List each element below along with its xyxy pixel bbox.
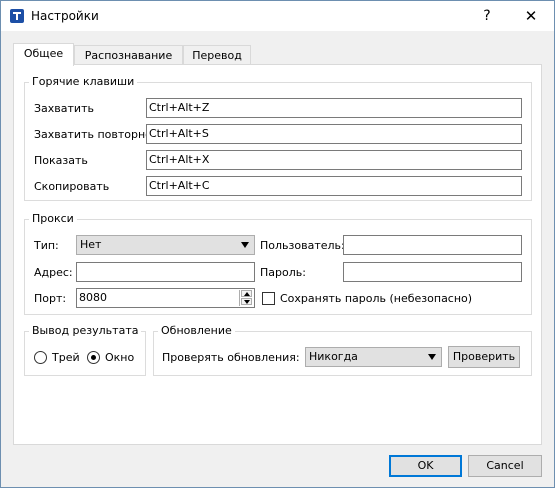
spin-up-icon[interactable] [241,290,252,297]
save-password-label: Сохранять пароль (небезопасно) [280,292,473,305]
proxy-address-label: Адрес: [34,266,73,279]
hotkey-capture-field[interactable]: Ctrl+Alt+Z [146,98,522,118]
proxy-type-label: Тип: [34,239,59,252]
proxy-user-field[interactable] [343,235,522,255]
hotkey-show-label: Показать [34,154,88,167]
update-frequency-value: Никогда [309,350,358,363]
hotkey-copy-label: Скопировать [34,180,110,193]
hotkey-recapture-label: Захватить повторно [34,128,152,141]
hotkey-show-field[interactable]: Ctrl+Alt+X [146,150,522,170]
check-updates-button[interactable]: Проверить [448,346,520,368]
spin-down-icon[interactable] [241,298,252,305]
help-button[interactable]: ? [472,7,502,25]
save-password-checkbox[interactable] [262,292,275,305]
chevron-down-icon [241,242,249,248]
proxy-group-title: Прокси [29,212,77,226]
close-button[interactable]: ✕ [516,7,546,25]
proxy-password-field[interactable] [343,262,522,282]
output-group: Вывод результата Трей Окно [24,324,146,376]
title-bar: Настройки ? ✕ [1,1,554,31]
port-spinner [239,290,253,306]
hotkey-recapture-field[interactable]: Ctrl+Alt+S [146,124,522,144]
update-group: Обновление Проверять обновления: Никогда… [153,324,532,376]
settings-dialog: Настройки ? ✕ Общее Распознавание Перево… [0,0,555,488]
proxy-address-field[interactable] [76,262,255,282]
general-tab-panel: Горячие клавиши Захватить Ctrl+Alt+Z Зах… [13,64,542,445]
ok-button[interactable]: OK [389,455,462,477]
output-window-radio[interactable] [87,351,100,364]
chevron-down-icon [428,354,436,360]
update-group-title: Обновление [158,324,235,338]
tab-recognition[interactable]: Распознавание [74,45,183,64]
proxy-password-label: Пароль: [260,266,306,279]
proxy-port-value: 8080 [79,291,107,304]
update-frequency-select[interactable]: Никогда [305,347,442,367]
proxy-type-select[interactable]: Нет [76,235,255,255]
proxy-group: Прокси Тип: Нет Пользователь: Адрес: Пар… [24,212,532,315]
hotkey-copy-field[interactable]: Ctrl+Alt+C [146,176,522,196]
hotkeys-group: Горячие клавиши Захватить Ctrl+Alt+Z Зах… [24,75,532,201]
output-window-label: Окно [105,351,135,364]
proxy-port-spinbox[interactable]: 8080 [76,288,255,308]
proxy-type-value: Нет [80,238,102,251]
hotkeys-group-title: Горячие клавиши [29,75,138,89]
cancel-button[interactable]: Cancel [468,455,542,477]
proxy-user-label: Пользователь: [260,239,345,252]
app-icon [10,9,24,23]
hotkey-capture-label: Захватить [34,102,94,115]
output-tray-radio[interactable] [34,351,47,364]
window-title: Настройки [31,9,99,23]
proxy-port-label: Порт: [34,292,67,305]
tab-general[interactable]: Общее [13,43,74,66]
update-check-label: Проверять обновления: [162,351,300,364]
output-tray-label: Трей [52,351,80,364]
output-group-title: Вывод результата [29,324,142,338]
tab-translation[interactable]: Перевод [183,45,251,64]
